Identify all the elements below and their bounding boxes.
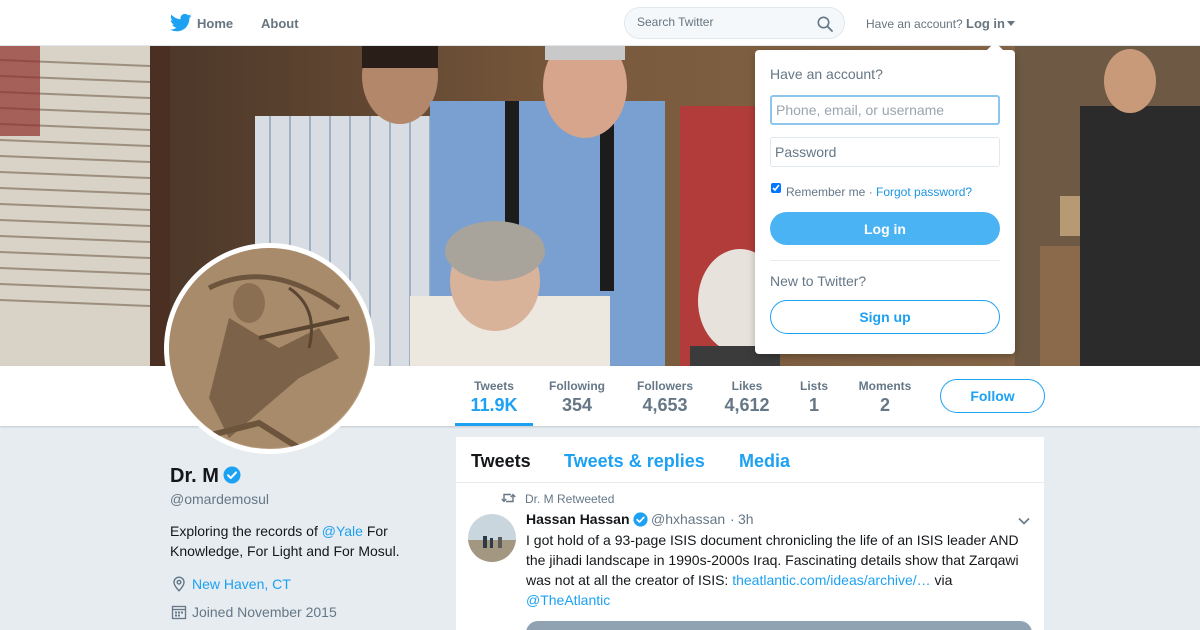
- login-dropdown: Have an account? Remember me · Forgot pa…: [755, 42, 1015, 354]
- retweet-icon: [501, 493, 516, 503]
- profile-handle[interactable]: @omardemosul: [170, 491, 269, 507]
- timeline: Tweets Tweets & replies Media Dr. M Retw…: [456, 437, 1044, 630]
- stat-label: Moments: [858, 379, 912, 393]
- stat-followers[interactable]: Followers 4,653: [628, 366, 702, 426]
- tab-tweets[interactable]: Tweets: [471, 451, 531, 472]
- chevron-down-icon[interactable]: [1018, 517, 1030, 525]
- signup-button[interactable]: Sign up: [770, 300, 1000, 334]
- dropdown-heading: Have an account?: [770, 66, 883, 82]
- tweet-author-avatar[interactable]: [468, 514, 516, 562]
- search-input[interactable]: [637, 15, 807, 29]
- tab-media[interactable]: Media: [739, 451, 790, 472]
- follow-button[interactable]: Follow: [940, 379, 1045, 413]
- tweet-via: via: [930, 572, 953, 588]
- dropdown-separator: ·: [865, 185, 873, 199]
- stat-value: 1: [808, 395, 819, 415]
- twitter-bird-icon[interactable]: [170, 13, 192, 33]
- profile-name[interactable]: Dr. M: [170, 465, 219, 488]
- new-to-twitter-text: New to Twitter?: [770, 273, 867, 289]
- profile-avatar[interactable]: [164, 243, 375, 454]
- stat-label: Following: [549, 379, 605, 393]
- forgot-password-link[interactable]: Forgot password?: [876, 185, 972, 199]
- tweet-meta-separator: ·: [730, 511, 735, 527]
- stat-value: 4,612: [724, 395, 770, 415]
- password-field[interactable]: [770, 137, 1000, 167]
- verified-badge-icon: [223, 466, 241, 484]
- verified-badge-icon: [633, 512, 648, 527]
- tweet-author-handle[interactable]: @hxhassan: [651, 511, 725, 527]
- login-dropdown-toggle[interactable]: Log in: [966, 16, 1005, 31]
- retweet-notice[interactable]: Dr. M Retweeted: [525, 492, 614, 506]
- stat-likes[interactable]: Likes 4,612: [717, 366, 777, 426]
- profile-joined-date: Joined November 2015: [192, 604, 337, 620]
- account-question-text: Have an account?: [866, 17, 963, 31]
- stat-label: Lists: [799, 379, 828, 393]
- stat-value: 354: [561, 395, 593, 415]
- stat-value: 11.9K: [470, 395, 518, 415]
- stat-lists[interactable]: Lists 1: [792, 366, 836, 426]
- username-field[interactable]: [770, 95, 1000, 125]
- tweet-author-name[interactable]: Hassan Hassan: [526, 511, 630, 527]
- tab-tweets-and-replies[interactable]: Tweets & replies: [564, 451, 705, 472]
- stat-moments[interactable]: Moments 2: [852, 366, 918, 426]
- stat-tweets[interactable]: Tweets 11.9K: [455, 366, 533, 426]
- tweet-timestamp[interactable]: 3h: [738, 511, 754, 527]
- calendar-icon: [171, 605, 187, 620]
- profile-bio: Exploring the records of @Yale For Knowl…: [170, 521, 430, 561]
- stat-label: Followers: [636, 379, 693, 393]
- remember-me-label[interactable]: Remember me ·: [786, 185, 873, 199]
- nav-home-link[interactable]: Home: [197, 16, 233, 31]
- remember-me-text: Remember me: [786, 185, 866, 199]
- login-button[interactable]: Log in: [770, 212, 1000, 245]
- stat-label: Tweets: [474, 379, 514, 393]
- stat-value: 4,653: [642, 395, 688, 415]
- nav-about-link[interactable]: About: [261, 16, 299, 31]
- top-navigation-bar: Home About Have an account? Log in: [0, 0, 1200, 46]
- bio-text-prefix: Exploring the records of: [170, 523, 322, 539]
- stat-following[interactable]: Following 354: [540, 366, 614, 426]
- profile-location[interactable]: New Haven, CT: [192, 576, 291, 592]
- tweet-link[interactable]: theatlantic.com/ideas/archive/…: [732, 572, 930, 588]
- stat-value: 2: [879, 395, 890, 415]
- remember-me-checkbox[interactable]: [771, 183, 781, 193]
- stat-label: Likes: [731, 379, 763, 393]
- caret-down-icon[interactable]: [1007, 21, 1015, 26]
- tweet-text: I got hold of a 93-page ISIS document ch…: [526, 530, 1026, 610]
- tweet-mention-link[interactable]: @TheAtlantic: [526, 592, 610, 608]
- location-pin-icon: [173, 576, 185, 592]
- bio-mention-link[interactable]: @Yale: [322, 523, 363, 539]
- search-icon[interactable]: [817, 16, 833, 32]
- tweet-media-card[interactable]: [526, 621, 1032, 630]
- search-box[interactable]: [624, 7, 845, 39]
- dropdown-divider: [770, 260, 1000, 261]
- timeline-tabs: Tweets Tweets & replies Media: [456, 437, 1044, 483]
